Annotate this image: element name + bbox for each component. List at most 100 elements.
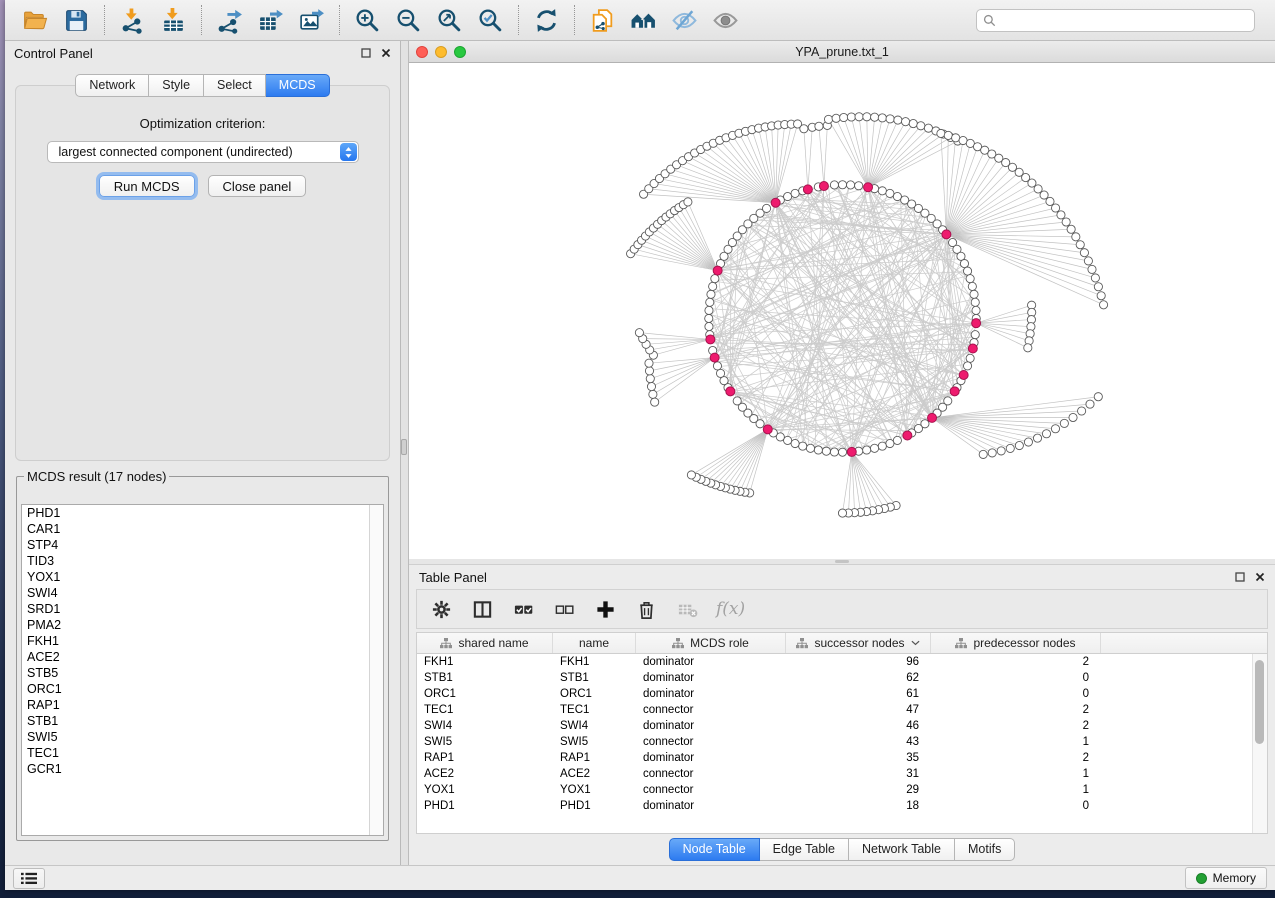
tab-edge-table[interactable]: Edge Table — [760, 838, 849, 861]
select-all-button[interactable] — [511, 597, 535, 621]
save-session-button[interactable] — [56, 3, 97, 37]
zoom-fit-button[interactable] — [429, 3, 470, 37]
import-table-button[interactable] — [153, 3, 194, 37]
table-row[interactable]: FKH1FKH1dominator962 — [417, 654, 1267, 670]
memory-button[interactable]: Memory — [1185, 867, 1267, 889]
result-node[interactable]: GCR1 — [22, 761, 369, 777]
tab-motifs[interactable]: Motifs — [955, 838, 1015, 861]
columns-button[interactable] — [470, 597, 494, 621]
export-image-button[interactable] — [291, 3, 332, 37]
search-input[interactable] — [1001, 12, 1248, 28]
table-row[interactable]: YOX1YOX1connector291 — [417, 782, 1267, 798]
table-row[interactable]: STB1STB1dominator620 — [417, 670, 1267, 686]
toolbar-separator — [104, 5, 105, 35]
result-node[interactable]: SWI5 — [22, 729, 369, 745]
show-all-button[interactable] — [705, 3, 746, 37]
table-header-row: shared namenameMCDS rolesuccessor nodesp… — [417, 633, 1267, 654]
network-titlebar[interactable]: YPA_prune.txt_1 — [409, 41, 1275, 63]
result-node[interactable]: TEC1 — [22, 745, 369, 761]
open-file-button[interactable] — [15, 3, 56, 37]
result-node[interactable]: YOX1 — [22, 569, 369, 585]
result-node[interactable]: ORC1 — [22, 681, 369, 697]
result-node[interactable]: SWI4 — [22, 585, 369, 601]
result-node[interactable]: ACE2 — [22, 649, 369, 665]
table-row[interactable]: RAP1RAP1dominator352 — [417, 750, 1267, 766]
run-mcds-button[interactable]: Run MCDS — [99, 175, 195, 197]
mcds-result-list[interactable]: PHD1CAR1STP4TID3YOX1SWI4SRD1PMA2FKH1ACE2… — [22, 505, 369, 835]
table-scrollbar[interactable] — [1252, 654, 1267, 833]
float-panel-icon[interactable] — [360, 48, 371, 59]
deselect-all-button[interactable] — [552, 597, 576, 621]
table-panel-title: Table Panel — [419, 570, 487, 585]
tab-mcds[interactable]: MCDS — [266, 74, 330, 97]
network-graph[interactable] — [409, 63, 1275, 559]
result-node[interactable]: RAP1 — [22, 697, 369, 713]
column-header-MCDS-role[interactable]: MCDS role — [636, 633, 786, 653]
network-canvas[interactable] — [409, 63, 1275, 559]
close-panel-icon[interactable] — [1254, 572, 1265, 583]
result-scrollbar[interactable] — [369, 505, 383, 835]
table-cell: PHD1 — [417, 798, 553, 814]
table-row[interactable]: TEC1TEC1connector472 — [417, 702, 1267, 718]
table-row[interactable]: ACE2ACE2connector311 — [417, 766, 1267, 782]
table-cell: 1 — [931, 782, 1101, 798]
vertical-splitter[interactable] — [401, 41, 409, 865]
close-panel-button[interactable]: Close panel — [208, 175, 307, 197]
table-cell: 1 — [931, 734, 1101, 750]
close-panel-icon[interactable] — [380, 48, 391, 59]
table-row[interactable]: SWI4SWI4dominator462 — [417, 718, 1267, 734]
export-table-button[interactable] — [250, 3, 291, 37]
optimization-criterion-select[interactable]: largest connected component (undirected) — [47, 141, 359, 163]
tab-node-table[interactable]: Node Table — [669, 838, 760, 861]
result-node[interactable]: FKH1 — [22, 633, 369, 649]
table-cell: PHD1 — [553, 798, 636, 814]
table-row[interactable]: PHD1PHD1dominator180 — [417, 798, 1267, 814]
result-node[interactable]: PMA2 — [22, 617, 369, 633]
table-row[interactable]: ORC1ORC1dominator610 — [417, 686, 1267, 702]
result-node[interactable]: STP4 — [22, 537, 369, 553]
result-node[interactable]: PHD1 — [22, 505, 369, 521]
settings-button[interactable] — [429, 597, 453, 621]
zoom-selected-button[interactable] — [470, 3, 511, 37]
table-body: FKH1FKH1dominator962STB1STB1dominator620… — [417, 654, 1267, 833]
table-cell: ACE2 — [417, 766, 553, 782]
tab-select[interactable]: Select — [204, 74, 266, 97]
zoom-out-button[interactable] — [388, 3, 429, 37]
splitter-handle[interactable] — [401, 439, 407, 455]
result-node[interactable]: STB1 — [22, 713, 369, 729]
close-window-button[interactable] — [416, 46, 428, 58]
result-node[interactable]: STB5 — [22, 665, 369, 681]
refresh-layout-button[interactable] — [526, 3, 567, 37]
column-header-predecessor-nodes[interactable]: predecessor nodes — [931, 633, 1101, 653]
table-row[interactable]: SWI5SWI5connector431 — [417, 734, 1267, 750]
result-node[interactable]: SRD1 — [22, 601, 369, 617]
table-cell: dominator — [636, 750, 786, 766]
column-header-name[interactable]: name — [553, 633, 636, 653]
column-header-successor-nodes[interactable]: successor nodes — [786, 633, 931, 653]
result-node[interactable]: CAR1 — [22, 521, 369, 537]
export-network-button[interactable] — [209, 3, 250, 37]
task-history-button[interactable] — [13, 868, 45, 889]
float-panel-icon[interactable] — [1234, 572, 1245, 583]
column-header-shared-name[interactable]: shared name — [417, 633, 553, 653]
zoom-in-button[interactable] — [347, 3, 388, 37]
mcds-tab-content: Optimization criterion: largest connecte… — [15, 85, 390, 461]
tab-network[interactable]: Network — [75, 74, 149, 97]
tab-network-table[interactable]: Network Table — [849, 838, 955, 861]
first-neighbors-button[interactable] — [623, 3, 664, 37]
minimize-window-button[interactable] — [435, 46, 447, 58]
import-network-button[interactable] — [112, 3, 153, 37]
control-panel-tabs: NetworkStyleSelectMCDS — [5, 74, 400, 97]
hide-selected-button[interactable] — [664, 3, 705, 37]
splitter-handle[interactable] — [835, 560, 849, 563]
add-button[interactable] — [593, 597, 617, 621]
scrollbar-thumb[interactable] — [1255, 660, 1264, 744]
horizontal-splitter[interactable] — [409, 559, 1275, 565]
result-node[interactable]: TID3 — [22, 553, 369, 569]
clone-network-button[interactable] — [582, 3, 623, 37]
node-table: shared namenameMCDS rolesuccessor nodesp… — [416, 632, 1268, 834]
tab-style[interactable]: Style — [149, 74, 204, 97]
maximize-window-button[interactable] — [454, 46, 466, 58]
delete-button[interactable] — [634, 597, 658, 621]
table-panel-header: Table Panel — [409, 565, 1275, 589]
